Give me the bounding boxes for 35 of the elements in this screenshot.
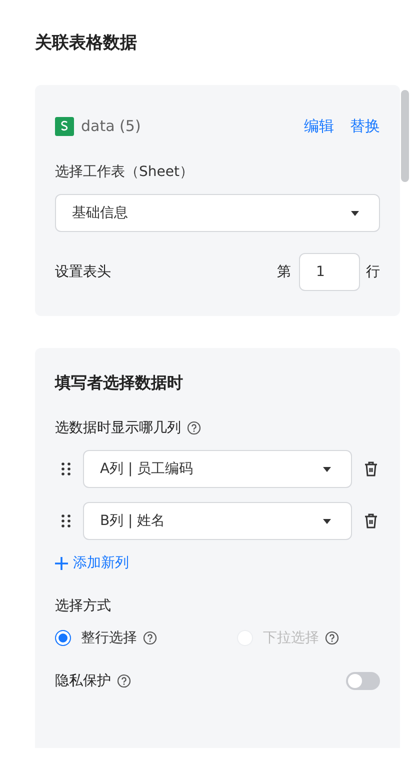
caret-icon <box>323 466 331 472</box>
caret-icon <box>323 518 331 524</box>
drag-handle-icon[interactable] <box>61 514 71 528</box>
plus-icon <box>55 556 68 570</box>
help-icon[interactable] <box>187 421 201 435</box>
delete-icon[interactable] <box>364 461 378 477</box>
help-icon[interactable] <box>143 631 157 645</box>
help-icon[interactable] <box>325 631 339 645</box>
toggle-switch[interactable] <box>346 672 380 690</box>
radio-label: 下拉选择 <box>263 629 319 647</box>
action-link[interactable]: 替换 <box>350 116 380 136</box>
scrollbar-thumb[interactable] <box>401 90 409 182</box>
sheet-label: 选择工作表（Sheet） <box>55 163 194 181</box>
column-select[interactable]: A列 | 员工编码 <box>83 450 352 488</box>
file-name: data (5) <box>81 117 141 135</box>
help-icon[interactable] <box>117 674 131 688</box>
row-prefix: 第 <box>277 263 291 281</box>
privacy-label: 隐私保护 <box>55 672 111 690</box>
columns-label: 选数据时显示哪几列 <box>55 419 181 437</box>
header-row-input[interactable]: 1 <box>299 253 360 291</box>
drag-handle-icon[interactable] <box>61 462 71 476</box>
section-heading: 填写者选择数据时 <box>55 373 184 394</box>
spreadsheet-icon <box>55 116 74 136</box>
radio-button[interactable] <box>55 630 71 646</box>
caret-icon <box>351 210 359 216</box>
sheet-select[interactable]: 基础信息 <box>55 194 380 232</box>
radio-label: 整行选择 <box>81 629 137 647</box>
panel-title: 关联表格数据 <box>35 32 137 54</box>
header-label: 设置表头 <box>55 263 111 281</box>
mode-label: 选择方式 <box>55 597 112 615</box>
row-suffix: 行 <box>366 263 380 281</box>
add-column-link[interactable]: 添加新列 <box>55 554 380 572</box>
action-link[interactable]: 编辑 <box>304 116 334 136</box>
column-select[interactable]: B列 | 姓名 <box>83 502 352 540</box>
delete-icon[interactable] <box>364 513 378 529</box>
